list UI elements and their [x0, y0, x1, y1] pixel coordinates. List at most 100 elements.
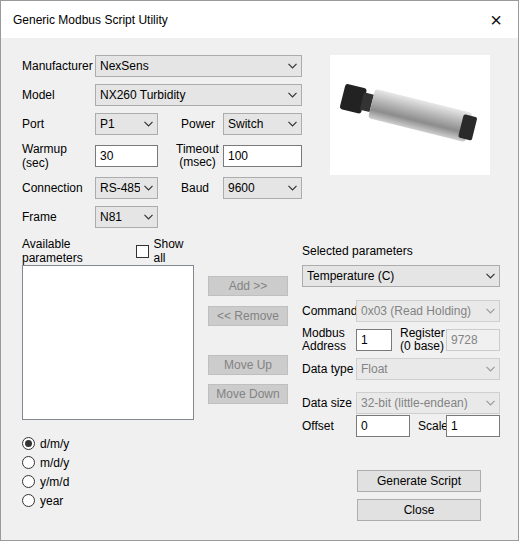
list-buttons: Add >> << Remove Move Up Move Down — [208, 244, 288, 521]
manufacturer-dropdown-value: NexSens — [100, 59, 284, 73]
date-format-label[interactable]: y/m/d — [40, 475, 69, 489]
selected-header: Selected parameters — [302, 244, 500, 258]
chevron-down-icon — [144, 214, 153, 220]
scale-input[interactable]: 1 — [446, 415, 500, 437]
frame-dropdown[interactable]: N81 — [95, 206, 158, 228]
date-format-label[interactable]: d/m/y — [40, 437, 69, 451]
product-photo — [330, 55, 490, 175]
remove-button[interactable]: << Remove — [208, 306, 288, 326]
date-format-option[interactable]: d/m/y — [22, 434, 194, 453]
parameter-dropdown[interactable]: Temperature (C) — [302, 265, 500, 287]
date-format-option[interactable]: y/m/d — [22, 472, 194, 491]
baud-label: Baud — [158, 181, 223, 195]
dialog-content: Manufacturer NexSens Model NX260 Turbidity P… — [1, 38, 518, 521]
dialog-window: Generic Modbus Script Utility× Manufactur… — [0, 0, 519, 541]
data-size-dropdown-value: 32-bit (little-endean) — [361, 396, 482, 410]
date-format-option[interactable]: year — [22, 491, 194, 510]
button-label: Close — [404, 503, 435, 517]
button-label: Move Down — [216, 387, 279, 401]
warmup-label: Warmup (sec) — [22, 142, 95, 170]
power-dropdown[interactable]: Switch — [223, 113, 302, 135]
command-label: Command — [302, 305, 356, 318]
chevron-down-icon — [144, 121, 153, 127]
modbus-address-label: Modbus Address — [302, 327, 356, 353]
button-label: Add >> — [229, 279, 268, 293]
title-bar: Generic Modbus Script Utility× — [1, 1, 518, 38]
window-title: Generic Modbus Script Utility — [13, 13, 486, 27]
chevron-down-icon — [486, 273, 495, 279]
data-size-dropdown: 32-bit (little-endean) — [356, 392, 500, 414]
data-type-label: Data type — [302, 363, 356, 376]
port-label: Port — [22, 117, 95, 131]
close-icon[interactable]: × — [486, 10, 506, 30]
power-dropdown-value: Switch — [228, 117, 284, 131]
data-size-label: Data size — [302, 397, 356, 410]
available-column: Available parametersShow all d/m/y m/d/y y/… — [22, 244, 194, 521]
parameters-section: Available parametersShow all d/m/y m/d/y y/… — [22, 244, 500, 521]
button-label: Move Up — [224, 358, 272, 372]
sensor-icon — [330, 55, 490, 175]
show-all-checkbox[interactable] — [136, 245, 149, 258]
connection-label: Connection — [22, 181, 95, 195]
show-all-label[interactable]: Show all — [153, 237, 194, 265]
move-down-button[interactable]: Move Down — [208, 384, 288, 404]
address-row: Modbus Address1 Register (0 base)9728 — [302, 326, 500, 354]
chevron-down-icon — [288, 121, 297, 127]
model-dropdown-value: NX260 Turbidity — [100, 88, 284, 102]
date-format-label[interactable]: year — [40, 494, 63, 508]
connection-dropdown-value: RS-485 — [100, 181, 140, 195]
radio-button[interactable] — [22, 456, 35, 469]
move-up-button[interactable]: Move Up — [208, 355, 288, 375]
available-header: Available parametersShow all — [22, 244, 194, 258]
command-row: Command 0x03 (Read Holding) — [302, 300, 500, 322]
parameter-dropdown-value: Temperature (C) — [307, 269, 482, 283]
chevron-down-icon — [288, 185, 297, 191]
offset-label: Offset — [302, 420, 356, 433]
manufacturer-dropdown[interactable]: NexSens — [95, 55, 302, 77]
chevron-down-icon — [486, 308, 495, 314]
available-listbox[interactable] — [22, 265, 194, 420]
data-type-row: Data type Float — [302, 358, 500, 380]
frame-label: Frame — [22, 210, 95, 224]
add-button[interactable]: Add >> — [208, 276, 288, 296]
chevron-down-icon — [486, 400, 495, 406]
chevron-down-icon — [144, 185, 153, 191]
radio-button[interactable] — [22, 437, 35, 450]
selected-label: Selected parameters — [302, 244, 413, 258]
command-dropdown: 0x03 (Read Holding) — [356, 300, 500, 322]
frame-dropdown-value: N81 — [100, 210, 140, 224]
generate-script-button[interactable]: Generate Script — [357, 470, 481, 492]
connection-dropdown[interactable]: RS-485 — [95, 177, 158, 199]
scale-label: Scale — [418, 419, 446, 433]
command-dropdown-value: 0x03 (Read Holding) — [361, 304, 482, 318]
modbus-address-input[interactable]: 1 — [356, 329, 392, 351]
chevron-down-icon — [288, 63, 297, 69]
close-button[interactable]: Close — [357, 499, 481, 521]
baud-dropdown-value: 9600 — [228, 181, 284, 195]
button-label: << Remove — [217, 309, 279, 323]
data-type-dropdown-value: Float — [361, 362, 482, 376]
model-label: Model — [22, 88, 95, 102]
radio-button[interactable] — [22, 494, 35, 507]
date-format-option[interactable]: m/d/y — [22, 453, 194, 472]
offset-input[interactable]: 0 — [356, 415, 410, 437]
warmup-input[interactable]: 30 — [95, 145, 158, 167]
register-label: Register (0 base) — [400, 327, 446, 353]
date-format-group: d/m/y m/d/y y/m/d year — [22, 434, 194, 510]
device-section: Manufacturer NexSens Model NX260 Turbidity P… — [22, 55, 500, 228]
data-size-row: Data size 32-bit (little-endean) — [302, 392, 500, 414]
register-input: 9728 — [446, 329, 500, 351]
timeout-label: Timeout (msec) — [158, 143, 223, 169]
date-format-label[interactable]: m/d/y — [40, 456, 69, 470]
model-dropdown[interactable]: NX260 Turbidity — [95, 84, 302, 106]
available-label: Available parameters — [22, 237, 122, 265]
timeout-input[interactable]: 100 — [223, 145, 302, 167]
radio-button[interactable] — [22, 475, 35, 488]
manufacturer-label: Manufacturer — [22, 59, 95, 73]
baud-dropdown[interactable]: 9600 — [223, 177, 302, 199]
port-dropdown[interactable]: P1 — [95, 113, 158, 135]
offset-row: Offset0 Scale1 — [302, 415, 500, 437]
selected-column: Selected parameters Temperature (C) Comman… — [302, 244, 500, 521]
power-label: Power — [158, 117, 223, 131]
port-dropdown-value: P1 — [100, 117, 140, 131]
